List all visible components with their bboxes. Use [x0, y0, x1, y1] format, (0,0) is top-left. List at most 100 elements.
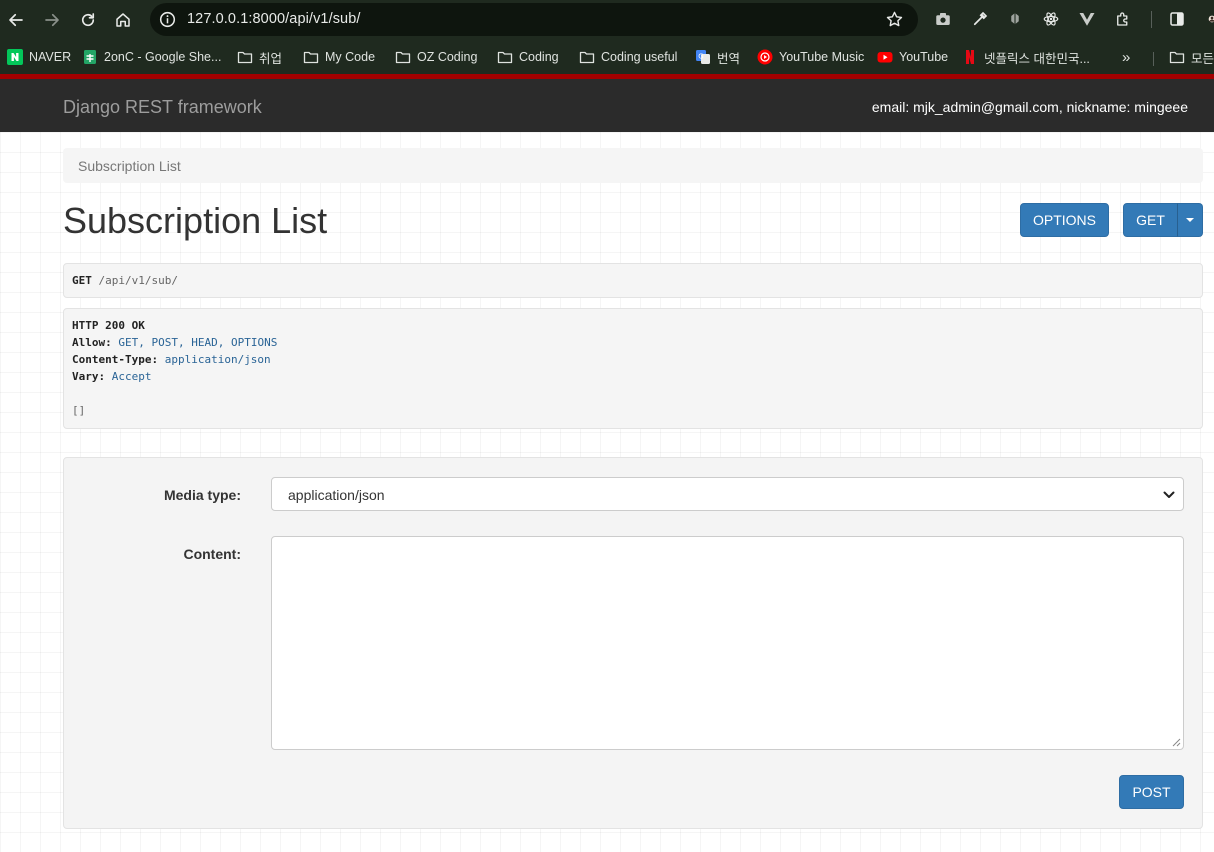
header-key: Vary: [72, 370, 106, 383]
navbar: Django REST framework email: mjk_admin@g… [0, 79, 1214, 132]
youtube-icon [877, 49, 893, 65]
options-button[interactable]: OPTIONS [1020, 203, 1109, 237]
bookmark-label: 모든 [1191, 51, 1214, 66]
request-path: /api/v1/sub/ [98, 274, 178, 287]
eyedropper-icon [973, 11, 988, 26]
bookmark-label: Coding [519, 50, 559, 64]
forward-button[interactable] [40, 8, 64, 32]
bookmark-folder-all[interactable]: 모든 [1169, 48, 1214, 66]
svg-text:G: G [698, 53, 703, 61]
bookmark-label: YouTube Music [779, 50, 865, 64]
bookmark-star-icon[interactable] [885, 10, 904, 29]
media-type-select[interactable]: application/json [271, 477, 1184, 511]
get-format-dropdown-toggle[interactable] [1177, 203, 1203, 237]
google-translate-icon: G [695, 49, 711, 65]
bookmarks-overflow-button[interactable]: » [1122, 48, 1130, 66]
response-body: [] [72, 404, 86, 417]
toolbar-divider [1151, 11, 1152, 28]
naver-icon [7, 49, 23, 65]
google-sheets-icon [82, 49, 98, 65]
raw-data-form: Media type: application/json Content: PO… [63, 457, 1203, 829]
breadcrumb: Subscription List [63, 148, 1203, 183]
response-info: HTTP 200 OK Allow: GET, POST, HEAD, OPTI… [63, 308, 1203, 429]
reload-button[interactable] [76, 8, 100, 32]
chevron-double-right-icon: » [1122, 48, 1131, 66]
bookmark-netflix[interactable]: 넷플릭스 대한민국... [962, 48, 1090, 66]
bookmark-folder-oz-coding[interactable]: OZ Coding [395, 48, 477, 66]
camera-extension-button[interactable] [933, 9, 953, 29]
page-title: Subscription List [63, 200, 328, 241]
bookmarks-divider [1153, 52, 1154, 66]
bookmark-youtube-music[interactable]: YouTube Music [757, 48, 864, 66]
get-button[interactable]: GET [1123, 203, 1178, 237]
extensions-button[interactable] [1113, 9, 1133, 29]
resize-grip-icon[interactable] [1172, 738, 1181, 747]
browser-toolbar: 127.0.0.1:8000/api/v1/sub/ [0, 0, 1214, 40]
reload-icon [81, 13, 95, 27]
netflix-icon [962, 49, 978, 65]
header-key: Allow: [72, 336, 112, 349]
get-button-group: GET [1123, 203, 1203, 237]
bookmark-translate[interactable]: G 번역 [695, 48, 740, 66]
side-panel-icon [1170, 12, 1184, 26]
bookmark-folder-coding[interactable]: Coding [497, 48, 559, 66]
bookmark-label: 넷플릭스 대한민국... [984, 51, 1090, 66]
camera-icon [936, 13, 950, 25]
folder-icon [395, 49, 411, 65]
bookmark-label: NAVER [29, 50, 72, 64]
caret-down-icon [1186, 218, 1194, 222]
header-value: application/json [164, 353, 271, 366]
content-textarea[interactable] [271, 536, 1184, 750]
content-label: Content: [183, 546, 241, 562]
profile-avatar-button[interactable] [1202, 9, 1214, 29]
bookmark-2onc-sheet[interactable]: 2onC - Google She... [82, 48, 221, 66]
request-method: GET [72, 274, 92, 287]
bookmark-folder-jobs[interactable]: 취업 [237, 48, 282, 66]
header-value: GET, POST, HEAD, OPTIONS [118, 336, 278, 349]
vue-devtools-button[interactable] [1077, 9, 1097, 29]
bookmark-label: YouTube [899, 50, 949, 64]
folder-icon [1169, 49, 1185, 65]
media-type-selected-value: application/json [288, 487, 385, 503]
media-type-label: Media type: [163, 487, 241, 503]
folder-icon [497, 49, 513, 65]
react-devtools-button[interactable] [1041, 9, 1061, 29]
request-info: GET /api/v1/sub/ [63, 263, 1203, 298]
chevron-down-icon [1163, 491, 1175, 498]
avatar-icon [1208, 15, 1214, 23]
youtube-music-icon [757, 49, 773, 65]
vue-logo-icon [1079, 13, 1095, 26]
bookmark-label: 2onC - Google She... [104, 50, 222, 64]
folder-icon [237, 49, 253, 65]
bookmark-label: 번역 [717, 51, 741, 66]
arrow-left-icon [9, 13, 23, 27]
eyedropper-extension-button[interactable] [970, 9, 990, 29]
folder-icon [579, 49, 595, 65]
bookmark-folder-coding-useful[interactable]: Coding useful [579, 48, 677, 66]
side-panel-button[interactable] [1167, 9, 1187, 29]
site-info-icon[interactable] [159, 11, 176, 28]
bookmark-label: 취업 [259, 51, 283, 66]
arrow-right-icon [45, 13, 59, 27]
bookmarks-bar: NAVER 2onC - Google She... 취업 My Code OZ… [0, 40, 1214, 74]
bookmark-label: OZ Coding [417, 50, 478, 64]
post-button[interactable]: POST [1119, 775, 1184, 809]
bookmark-youtube[interactable]: YouTube [877, 48, 948, 66]
header-key: Content-Type: [72, 353, 159, 366]
url-text: 127.0.0.1:8000/api/v1/sub/ [187, 11, 361, 27]
user-info: email: mjk_admin@gmail.com, nickname: mi… [871, 99, 1188, 115]
brand-link[interactable]: Django REST framework [63, 97, 262, 118]
bookmark-label: My Code [325, 50, 376, 64]
header-value: Accept [111, 370, 152, 383]
bookmark-naver[interactable]: NAVER [7, 48, 71, 66]
response-status: HTTP 200 OK [72, 319, 145, 332]
puzzle-blob-extension-button[interactable] [1005, 9, 1025, 29]
puzzle-piece-icon [1117, 12, 1128, 26]
bookmark-folder-my-code[interactable]: My Code [303, 48, 375, 66]
home-button[interactable] [111, 8, 135, 32]
folder-icon [303, 49, 319, 65]
address-bar[interactable]: 127.0.0.1:8000/api/v1/sub/ [150, 3, 918, 36]
breadcrumb-item[interactable]: Subscription List [78, 158, 181, 174]
react-atom-icon [1043, 12, 1059, 26]
back-button[interactable] [4, 8, 28, 32]
